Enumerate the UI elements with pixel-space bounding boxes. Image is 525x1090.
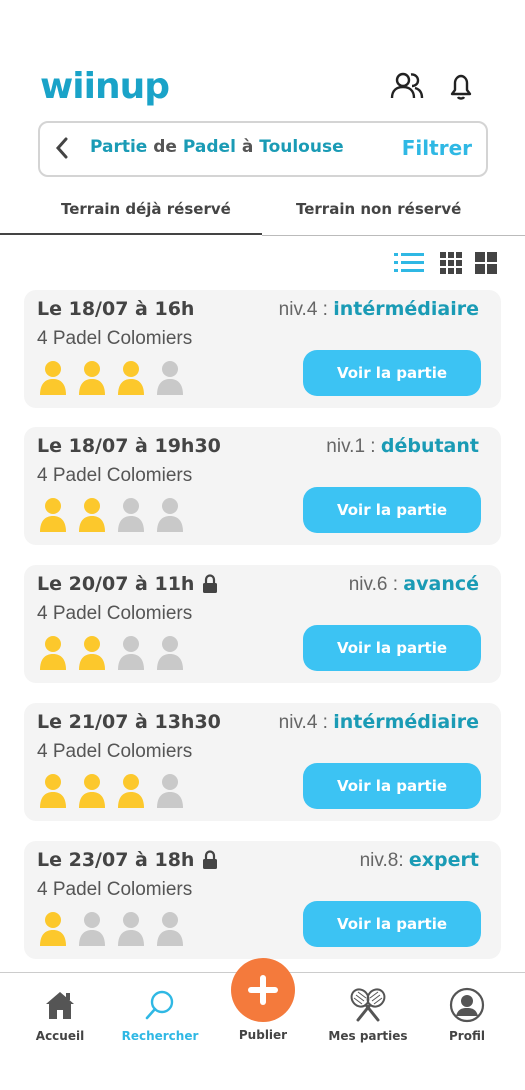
- player-empty-icon: [79, 912, 105, 946]
- player-filled-icon: [40, 774, 66, 808]
- profile-icon: [449, 987, 485, 1023]
- game-date: Le 18/07 à 16h: [37, 298, 195, 320]
- search-title: Partie de Padel à Toulouse: [90, 137, 344, 157]
- lock-icon: [203, 574, 218, 593]
- rackets-icon: [350, 988, 386, 1022]
- game-date: Le 23/07 à 18h: [37, 849, 218, 871]
- game-venue: 4 Padel Colomiers: [37, 741, 193, 762]
- player-filled-icon: [118, 774, 144, 808]
- game-level: niv.4 : intérmédiaire: [278, 298, 479, 320]
- player-filled-icon: [79, 498, 105, 532]
- nav-my-games[interactable]: Mes parties: [323, 987, 413, 1043]
- game-card: Le 18/07 à 19h30 4 Padel Colomiers niv.1…: [24, 427, 501, 545]
- nav-home[interactable]: Accueil: [15, 987, 105, 1043]
- game-level: niv.4 : intérmédiaire: [278, 711, 479, 733]
- player-slots: [39, 911, 184, 947]
- game-card: Le 18/07 à 16h 4 Padel Colomiers niv.4 :…: [24, 290, 501, 408]
- game-venue: 4 Padel Colomiers: [37, 465, 193, 486]
- nav-publish-label: Publier: [238, 1028, 288, 1042]
- view-game-button[interactable]: Voir la partie: [303, 350, 481, 396]
- nav-profile[interactable]: Profil: [422, 987, 512, 1043]
- player-empty-icon: [118, 912, 144, 946]
- player-slots: [39, 635, 184, 671]
- notification-bell-icon[interactable]: [444, 70, 478, 102]
- player-filled-icon: [40, 636, 66, 670]
- player-slots: [39, 360, 184, 396]
- player-filled-icon: [79, 636, 105, 670]
- search-bar[interactable]: Partie de Padel à Toulouse Filtrer: [38, 121, 488, 177]
- game-date: Le 18/07 à 19h30: [37, 435, 221, 457]
- player-empty-icon: [157, 498, 183, 532]
- nav-search[interactable]: Rechercher: [115, 987, 205, 1043]
- chevron-left-icon[interactable]: [54, 136, 70, 160]
- search-icon: [145, 990, 174, 1020]
- player-filled-icon: [118, 361, 144, 395]
- player-empty-icon: [157, 361, 183, 395]
- player-empty-icon: [157, 636, 183, 670]
- game-level: niv.8: expert: [359, 849, 479, 871]
- tab-divider: [262, 235, 525, 236]
- view-game-button[interactable]: Voir la partie: [303, 901, 481, 947]
- tab-terrain-reserve[interactable]: Terrain déjà réservé: [61, 200, 231, 218]
- player-slots: [39, 497, 184, 533]
- view-game-button[interactable]: Voir la partie: [303, 763, 481, 809]
- filter-button[interactable]: Filtrer: [402, 136, 472, 160]
- game-venue: 4 Padel Colomiers: [37, 328, 193, 349]
- list-view-icon[interactable]: [394, 251, 424, 275]
- player-empty-icon: [157, 774, 183, 808]
- lock-icon: [203, 850, 218, 869]
- player-empty-icon: [157, 912, 183, 946]
- publish-button[interactable]: [231, 958, 295, 1022]
- plus-icon: [248, 975, 278, 1005]
- player-filled-icon: [40, 912, 66, 946]
- app-logo: wiinup: [40, 66, 170, 107]
- game-venue: 4 Padel Colomiers: [37, 603, 193, 624]
- game-date: Le 20/07 à 11h: [37, 573, 218, 595]
- home-icon: [46, 992, 74, 1019]
- game-card: Le 21/07 à 13h30 4 Padel Colomiers niv.4…: [24, 703, 501, 821]
- game-level: niv.6 : avancé: [348, 573, 479, 595]
- view-game-button[interactable]: Voir la partie: [303, 625, 481, 671]
- game-date: Le 21/07 à 13h30: [37, 711, 221, 733]
- player-filled-icon: [40, 361, 66, 395]
- player-filled-icon: [79, 361, 105, 395]
- friends-icon[interactable]: [390, 70, 424, 102]
- view-game-button[interactable]: Voir la partie: [303, 487, 481, 533]
- player-slots: [39, 773, 184, 809]
- player-filled-icon: [40, 498, 66, 532]
- large-grid-view-icon[interactable]: [474, 251, 500, 275]
- game-card: Le 23/07 à 18h 4 Padel Colomiers niv.8: …: [24, 841, 501, 959]
- player-filled-icon: [79, 774, 105, 808]
- player-empty-icon: [118, 498, 144, 532]
- active-tab-indicator: [0, 233, 262, 235]
- game-card: Le 20/07 à 11h 4 Padel Colomiers niv.6 :…: [24, 565, 501, 683]
- small-grid-view-icon[interactable]: [439, 251, 465, 275]
- game-level: niv.1 : débutant: [326, 435, 479, 457]
- tab-terrain-non-reserve[interactable]: Terrain non réservé: [296, 200, 461, 218]
- game-venue: 4 Padel Colomiers: [37, 879, 193, 900]
- player-empty-icon: [118, 636, 144, 670]
